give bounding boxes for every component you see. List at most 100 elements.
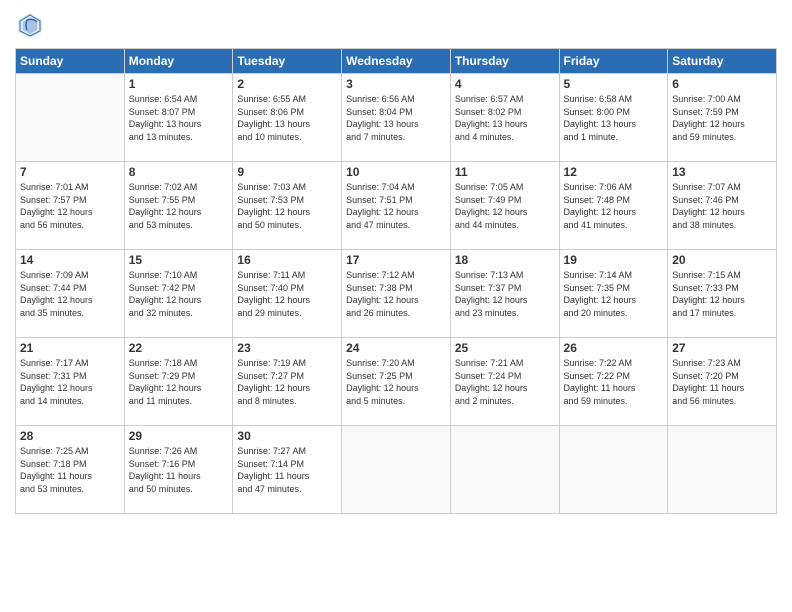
day-number: 20 [672,253,772,267]
day-header-monday: Monday [124,49,233,74]
calendar-cell: 19 Sunrise: 7:14 AM Sunset: 7:35 PM Dayli… [559,250,668,338]
day-number: 5 [564,77,664,91]
day-number: 30 [237,429,337,443]
calendar-cell: 17 Sunrise: 7:12 AM Sunset: 7:38 PM Dayli… [342,250,451,338]
calendar-week-row: 28 Sunrise: 7:25 AM Sunset: 7:18 PM Dayli… [16,426,777,514]
day-number: 3 [346,77,446,91]
calendar: SundayMondayTuesdayWednesdayThursdayFrid… [15,48,777,514]
day-number: 6 [672,77,772,91]
calendar-cell: 6 Sunrise: 7:00 AM Sunset: 7:59 PM Daylig… [668,74,777,162]
day-number: 19 [564,253,664,267]
day-number: 4 [455,77,555,91]
calendar-cell: 21Sunrise: 7:17 AM Sunset: 7:31 PM Dayli… [16,338,125,426]
day-number: 29 [129,429,229,443]
day-number: 17 [346,253,446,267]
day-info: Sunrise: 7:18 AM Sunset: 7:29 PM Dayligh… [129,357,229,407]
header [15,10,777,40]
calendar-cell: 2 Sunrise: 6:55 AM Sunset: 8:06 PM Daylig… [233,74,342,162]
day-info: Sunrise: 7:01 AM Sunset: 7:57 PM Dayligh… [20,181,120,231]
day-info: Sunrise: 7:23 AM Sunset: 7:20 PM Dayligh… [672,357,772,407]
calendar-week-row: 14Sunrise: 7:09 AM Sunset: 7:44 PM Dayli… [16,250,777,338]
day-info: Sunrise: 7:22 AM Sunset: 7:22 PM Dayligh… [564,357,664,407]
day-header-thursday: Thursday [450,49,559,74]
calendar-cell: 15 Sunrise: 7:10 AM Sunset: 7:42 PM Dayli… [124,250,233,338]
day-info: Sunrise: 6:55 AM Sunset: 8:06 PM Dayligh… [237,93,337,143]
calendar-cell: 14Sunrise: 7:09 AM Sunset: 7:44 PM Dayli… [16,250,125,338]
calendar-cell: 18 Sunrise: 7:13 AM Sunset: 7:37 PM Dayli… [450,250,559,338]
day-info: Sunrise: 6:58 AM Sunset: 8:00 PM Dayligh… [564,93,664,143]
calendar-cell: 10 Sunrise: 7:04 AM Sunset: 7:51 PM Dayli… [342,162,451,250]
calendar-cell: 28 Sunrise: 7:25 AM Sunset: 7:18 PM Dayli… [16,426,125,514]
calendar-cell: 9Sunrise: 7:03 AM Sunset: 7:53 PM Daylig… [233,162,342,250]
logo-icon [15,10,45,40]
day-number: 8 [129,165,229,179]
day-number: 26 [564,341,664,355]
calendar-cell: 12 Sunrise: 7:06 AM Sunset: 7:48 PM Dayli… [559,162,668,250]
day-info: Sunrise: 7:26 AM Sunset: 7:16 PM Dayligh… [129,445,229,495]
calendar-cell: 7Sunrise: 7:01 AM Sunset: 7:57 PM Daylig… [16,162,125,250]
calendar-cell: 29 Sunrise: 7:26 AM Sunset: 7:16 PM Dayli… [124,426,233,514]
day-number: 9 [237,165,337,179]
day-number: 22 [129,341,229,355]
day-number: 1 [129,77,229,91]
calendar-cell [668,426,777,514]
day-number: 10 [346,165,446,179]
day-info: Sunrise: 7:00 AM Sunset: 7:59 PM Dayligh… [672,93,772,143]
calendar-cell [342,426,451,514]
day-header-saturday: Saturday [668,49,777,74]
day-number: 28 [20,429,120,443]
calendar-cell: 13Sunrise: 7:07 AM Sunset: 7:46 PM Dayli… [668,162,777,250]
day-info: Sunrise: 7:21 AM Sunset: 7:24 PM Dayligh… [455,357,555,407]
calendar-cell: 5 Sunrise: 6:58 AM Sunset: 8:00 PM Daylig… [559,74,668,162]
calendar-cell: 8 Sunrise: 7:02 AM Sunset: 7:55 PM Daylig… [124,162,233,250]
day-number: 15 [129,253,229,267]
day-info: Sunrise: 7:04 AM Sunset: 7:51 PM Dayligh… [346,181,446,231]
day-number: 21 [20,341,120,355]
day-info: Sunrise: 7:11 AM Sunset: 7:40 PM Dayligh… [237,269,337,319]
calendar-cell [450,426,559,514]
day-number: 2 [237,77,337,91]
calendar-cell [559,426,668,514]
calendar-week-row: 7Sunrise: 7:01 AM Sunset: 7:57 PM Daylig… [16,162,777,250]
calendar-cell: 26 Sunrise: 7:22 AM Sunset: 7:22 PM Dayli… [559,338,668,426]
day-info: Sunrise: 6:57 AM Sunset: 8:02 PM Dayligh… [455,93,555,143]
day-info: Sunrise: 7:14 AM Sunset: 7:35 PM Dayligh… [564,269,664,319]
calendar-cell [16,74,125,162]
calendar-cell: 25 Sunrise: 7:21 AM Sunset: 7:24 PM Dayli… [450,338,559,426]
day-number: 12 [564,165,664,179]
day-info: Sunrise: 7:19 AM Sunset: 7:27 PM Dayligh… [237,357,337,407]
day-info: Sunrise: 7:06 AM Sunset: 7:48 PM Dayligh… [564,181,664,231]
day-number: 27 [672,341,772,355]
calendar-week-row: 21Sunrise: 7:17 AM Sunset: 7:31 PM Dayli… [16,338,777,426]
day-number: 16 [237,253,337,267]
calendar-cell: 22 Sunrise: 7:18 AM Sunset: 7:29 PM Dayli… [124,338,233,426]
day-info: Sunrise: 7:09 AM Sunset: 7:44 PM Dayligh… [20,269,120,319]
calendar-week-row: 1 Sunrise: 6:54 AM Sunset: 8:07 PM Daylig… [16,74,777,162]
day-info: Sunrise: 7:12 AM Sunset: 7:38 PM Dayligh… [346,269,446,319]
day-info: Sunrise: 7:10 AM Sunset: 7:42 PM Dayligh… [129,269,229,319]
day-number: 23 [237,341,337,355]
day-header-friday: Friday [559,49,668,74]
day-number: 18 [455,253,555,267]
day-header-wednesday: Wednesday [342,49,451,74]
calendar-cell: 30Sunrise: 7:27 AM Sunset: 7:14 PM Dayli… [233,426,342,514]
day-info: Sunrise: 7:25 AM Sunset: 7:18 PM Dayligh… [20,445,120,495]
day-number: 24 [346,341,446,355]
day-header-tuesday: Tuesday [233,49,342,74]
logo [15,10,47,40]
day-info: Sunrise: 7:20 AM Sunset: 7:25 PM Dayligh… [346,357,446,407]
day-header-sunday: Sunday [16,49,125,74]
calendar-cell: 24 Sunrise: 7:20 AM Sunset: 7:25 PM Dayli… [342,338,451,426]
calendar-cell: 1 Sunrise: 6:54 AM Sunset: 8:07 PM Daylig… [124,74,233,162]
day-info: Sunrise: 7:07 AM Sunset: 7:46 PM Dayligh… [672,181,772,231]
day-info: Sunrise: 7:13 AM Sunset: 7:37 PM Dayligh… [455,269,555,319]
day-number: 25 [455,341,555,355]
calendar-cell: 11Sunrise: 7:05 AM Sunset: 7:49 PM Dayli… [450,162,559,250]
calendar-cell: 16 Sunrise: 7:11 AM Sunset: 7:40 PM Dayli… [233,250,342,338]
day-info: Sunrise: 7:02 AM Sunset: 7:55 PM Dayligh… [129,181,229,231]
day-info: Sunrise: 6:56 AM Sunset: 8:04 PM Dayligh… [346,93,446,143]
calendar-cell: 20Sunrise: 7:15 AM Sunset: 7:33 PM Dayli… [668,250,777,338]
calendar-cell: 3 Sunrise: 6:56 AM Sunset: 8:04 PM Daylig… [342,74,451,162]
calendar-cell: 27 Sunrise: 7:23 AM Sunset: 7:20 PM Dayli… [668,338,777,426]
day-info: Sunrise: 6:54 AM Sunset: 8:07 PM Dayligh… [129,93,229,143]
